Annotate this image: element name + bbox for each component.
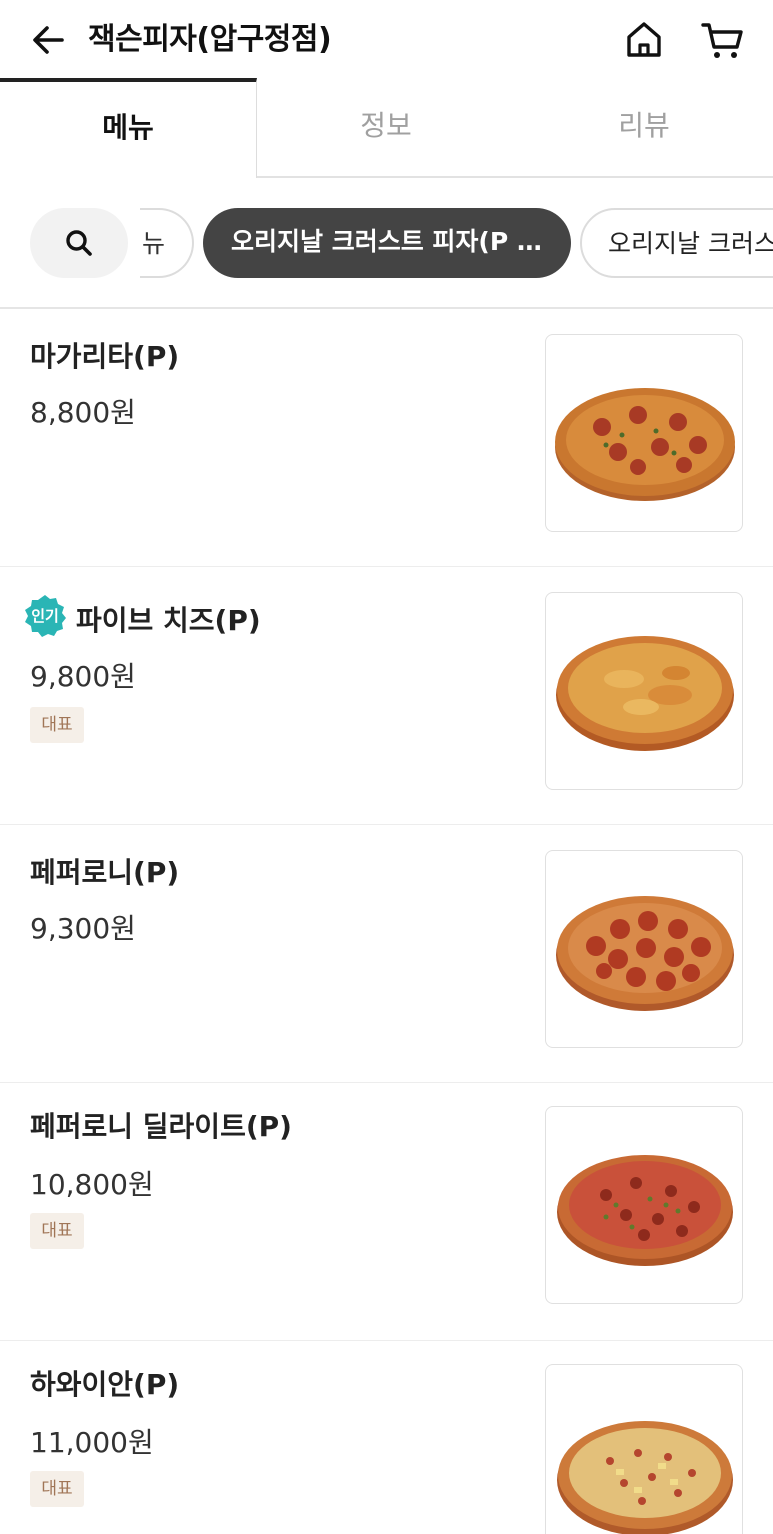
category-chip-label: 오리지날 크러스트 피자(P … xyxy=(231,227,542,256)
search-icon xyxy=(66,230,92,256)
tab-review[interactable]: 리뷰 xyxy=(515,78,773,178)
menu-item-price: 9,800원 xyxy=(30,660,136,693)
tab-menu[interactable]: 메뉴 xyxy=(0,78,257,178)
pizza-image xyxy=(545,850,743,1048)
arrow-left-icon xyxy=(33,26,64,54)
menu-item-name: 하와이안(P) xyxy=(30,1368,180,1401)
category-chip-active[interactable]: 오리지날 크러스트 피자(P … xyxy=(203,208,571,278)
category-chip-next[interactable]: 오리지날 크러스트 피자(M) xyxy=(580,208,773,278)
category-chips: 뉴 오리지날 크러스트 피자(P … 오리지날 크러스트 피자(M) xyxy=(0,178,773,308)
home-button[interactable] xyxy=(622,18,666,62)
menu-item[interactable]: 페퍼로니 딜라이트(P) 10,800원 대표 xyxy=(0,1083,773,1341)
pizza-image xyxy=(545,592,743,790)
menu-item[interactable]: 하와이안(P) 11,000원 대표 xyxy=(0,1341,773,1534)
cart-icon xyxy=(701,23,743,58)
menu-item-price: 9,300원 xyxy=(30,912,136,945)
pizza-image xyxy=(545,1364,743,1534)
menu-item-name: 페퍼로니(P) xyxy=(30,856,180,889)
menu-item-price: 11,000원 xyxy=(30,1426,154,1459)
menu-item[interactable]: 페퍼로니(P) 9,300원 xyxy=(0,825,773,1083)
category-chip-label: 뉴 xyxy=(142,229,166,258)
category-chip-label: 오리지날 크러스트 피자(M) xyxy=(608,229,773,258)
pizza-image xyxy=(545,1106,743,1304)
category-chip-partial[interactable]: 뉴 xyxy=(140,208,194,278)
popular-badge: 인기 xyxy=(22,593,68,639)
home-icon xyxy=(627,22,661,57)
menu-item[interactable]: 마가리타(P) 8,800원 xyxy=(0,309,773,567)
back-button[interactable] xyxy=(28,20,68,60)
menu-item[interactable]: 인기 파이브 치즈(P) 9,800원 대표 xyxy=(0,567,773,825)
search-button[interactable] xyxy=(30,208,128,278)
menu-item-name: 페퍼로니 딜라이트(P) xyxy=(30,1110,292,1143)
menu-item-price: 10,800원 xyxy=(30,1168,154,1201)
store-title: 잭슨피자(압구정점) xyxy=(88,22,332,57)
cart-button[interactable] xyxy=(700,18,746,62)
popular-label: 인기 xyxy=(31,607,59,625)
rep-badge: 대표 xyxy=(30,1471,84,1507)
menu-item-name: 파이브 치즈(P) xyxy=(76,604,261,637)
top-bar: 잭슨피자(압구정점) xyxy=(0,0,773,80)
tab-info[interactable]: 정보 xyxy=(257,78,515,178)
rep-badge: 대표 xyxy=(30,1213,84,1249)
tab-bar: 메뉴 정보 리뷰 xyxy=(0,78,773,178)
menu-item-price: 8,800원 xyxy=(30,396,136,429)
pizza-image xyxy=(545,334,743,532)
menu-item-name: 마가리타(P) xyxy=(30,340,180,373)
rep-badge: 대표 xyxy=(30,707,84,743)
